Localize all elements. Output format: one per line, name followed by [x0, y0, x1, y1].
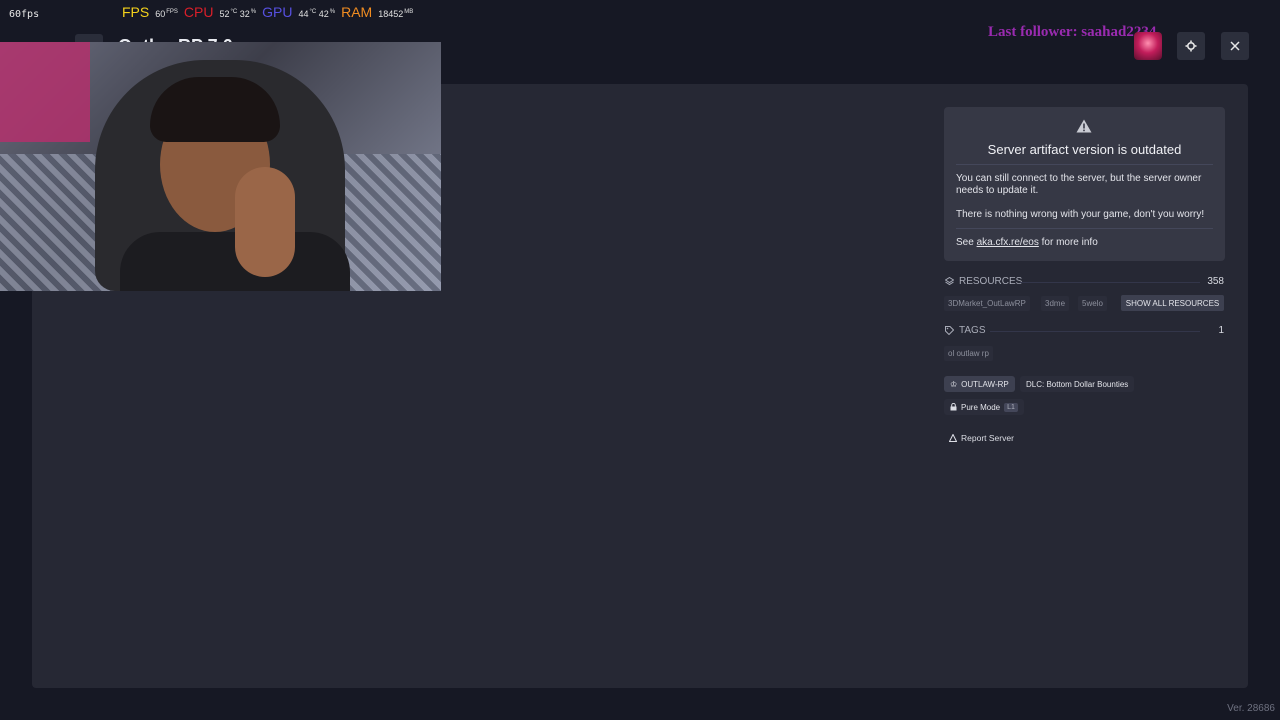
more-info-suffix: for more info: [1038, 237, 1098, 248]
webcam-background: [0, 42, 90, 142]
version-label: Ver. 28686: [1227, 703, 1275, 714]
ram-value: 18452MB: [378, 9, 414, 19]
warning-text-3: See aka.cfx.re/eos for more info: [956, 237, 1216, 249]
warning-divider: [956, 164, 1213, 165]
resources-label: RESOURCES: [959, 276, 1023, 287]
crown-icon: ♔: [950, 379, 958, 389]
resource-chip[interactable]: 5welo: [1078, 296, 1107, 311]
fps-counter: 60fps: [9, 9, 40, 20]
pure-mode-badge: Pure Mode L1: [944, 399, 1024, 415]
gpu-value: 44°C 42%: [298, 9, 336, 19]
layers-icon: [945, 277, 954, 286]
tag-chip[interactable]: ol outlaw rp: [944, 346, 993, 361]
warning-title: Server artifact version is outdated: [987, 142, 1182, 157]
tags-count: 1: [1218, 325, 1224, 336]
resource-chip[interactable]: 3DMarket_OutLawRP: [944, 296, 1030, 311]
resources-count: 358: [1207, 276, 1224, 287]
warning-divider-2: [956, 228, 1213, 229]
cpu-value: 52°C 32%: [219, 9, 257, 19]
show-all-resources-button[interactable]: SHOW ALL RESOURCES: [1121, 295, 1224, 311]
outlaw-rp-badge[interactable]: ♔ OUTLAW-RP: [944, 376, 1015, 392]
pure-mode-label: Pure Mode: [961, 402, 1001, 412]
close-button[interactable]: [1221, 32, 1249, 60]
fps-value: 60FPS: [155, 9, 178, 19]
gpu-label: GPU: [262, 4, 293, 20]
follower-avatar: [1134, 32, 1162, 60]
dlc-label: DLC: Bottom Dollar Bounties: [1026, 379, 1129, 389]
cpu-label: CPU: [183, 4, 214, 20]
close-icon: [1230, 41, 1240, 51]
pure-mode-level: L1: [1004, 402, 1018, 412]
outlaw-rp-label: OUTLAW-RP: [961, 379, 1009, 389]
ram-label: RAM: [341, 4, 373, 20]
performance-overlay: FPS 60FPS CPU 52°C 32% GPU 44°C 42% RAM …: [122, 4, 413, 20]
lock-icon: [950, 403, 957, 411]
dlc-badge: DLC: Bottom Dollar Bounties: [1020, 376, 1135, 392]
tags-divider: [990, 331, 1200, 332]
webcam-person-hand: [235, 167, 295, 277]
last-follower-overlay: Last follower: saahad2234: [988, 24, 1157, 40]
resources-divider: [1020, 282, 1200, 283]
warning-text-2: There is nothing wrong with your game, d…: [956, 209, 1205, 220]
eos-link[interactable]: aka.cfx.re/eos: [977, 237, 1039, 248]
settings-button[interactable]: [1177, 32, 1205, 60]
report-server-label: Report Server: [961, 433, 1014, 443]
tags-label: TAGS: [959, 325, 986, 336]
resource-chip[interactable]: 3dme: [1041, 296, 1070, 311]
tag-icon: [945, 326, 954, 335]
report-server-button[interactable]: Report Server: [949, 433, 1014, 443]
tags-header: TAGS: [945, 325, 985, 336]
resources-header: RESOURCES: [945, 276, 1022, 287]
warning-triangle-icon: [1076, 119, 1092, 133]
fps-label: FPS: [122, 4, 150, 20]
warning-text-1: You can still connect to the server, but…: [956, 173, 1202, 196]
warning-small-icon: [949, 434, 957, 442]
webcam-person-hair: [150, 77, 280, 142]
webcam-overlay: [0, 42, 441, 291]
gear-icon: [1185, 40, 1197, 52]
see-prefix: See: [956, 237, 977, 248]
